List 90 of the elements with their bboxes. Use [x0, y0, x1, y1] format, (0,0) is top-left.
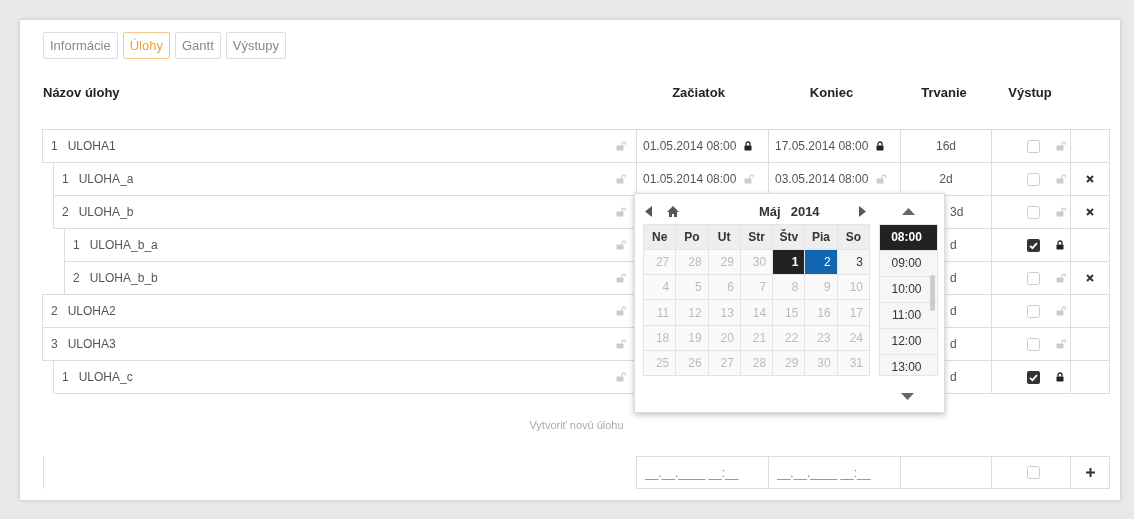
unlocked-lock-icon[interactable] [1056, 339, 1066, 349]
task-name[interactable]: ULOHA2 [67, 304, 116, 318]
lock-icon[interactable] [1056, 240, 1064, 250]
tab[interactable]: Gantt [174, 32, 221, 59]
column-header: Začiatok [671, 85, 726, 100]
next-month-icon[interactable] [858, 205, 867, 217]
weekday-header: Po [675, 224, 709, 250]
unlocked-lock-icon[interactable] [744, 174, 755, 184]
task-number: 2 [73, 271, 80, 285]
weekday-header: Štv [772, 224, 805, 250]
task-number: 1 [62, 370, 69, 384]
tab[interactable]: Informácie [43, 32, 118, 59]
column-header: Výstup [1007, 85, 1053, 100]
unlocked-lock-icon[interactable] [1056, 306, 1066, 316]
task-name[interactable]: ULOHA_a [78, 172, 134, 186]
unlocked-lock-icon[interactable] [1056, 174, 1066, 184]
unlocked-lock-icon[interactable] [616, 174, 626, 184]
unlocked-lock-icon[interactable] [876, 174, 887, 184]
home-icon[interactable] [667, 205, 679, 217]
task-number: 2 [51, 304, 58, 318]
time-option[interactable]: 12:00 [880, 329, 937, 355]
checkbox[interactable] [1027, 172, 1040, 186]
task-name[interactable]: ULOHA_c [78, 370, 133, 384]
scroll-up-icon[interactable] [901, 207, 915, 215]
column-header: Trvanie [920, 85, 968, 100]
checkbox[interactable] [1027, 139, 1040, 153]
column-header: Koniec [808, 85, 855, 100]
add-icon [1085, 468, 1095, 477]
unlocked-lock-icon[interactable] [1056, 207, 1066, 217]
task-number: 3 [51, 337, 58, 351]
weekday-header: Str [740, 224, 773, 250]
scrollbar-thumb[interactable] [930, 275, 935, 311]
column-header: Názov úlohy [43, 85, 121, 100]
month-label[interactable]: Máj [759, 203, 781, 219]
weekday-header: So [837, 224, 870, 250]
unlocked-lock-icon[interactable] [616, 306, 626, 316]
weekday-header: Ut [708, 224, 741, 250]
task-name[interactable]: ULOHA3 [67, 337, 116, 351]
end-date-field[interactable]: __.__.____ __:__ [768, 456, 901, 489]
time-option[interactable]: 08:00 [880, 225, 937, 251]
weekday-header: Ne [643, 224, 676, 250]
unlocked-lock-icon[interactable] [1056, 141, 1066, 151]
delete-icon[interactable] [1086, 274, 1094, 282]
weekday-header: Pia [804, 224, 838, 250]
time-option[interactable]: 13:00 [880, 355, 937, 375]
tab[interactable]: Výstupy [225, 32, 286, 59]
unlocked-lock-icon[interactable] [1056, 273, 1066, 283]
create-task-caption: Vytvoriť novú úlohu [529, 419, 624, 431]
checkbox[interactable] [1027, 337, 1040, 351]
unlocked-lock-icon[interactable] [616, 372, 626, 382]
unlocked-lock-icon[interactable] [616, 240, 626, 250]
checkbox[interactable] [1027, 238, 1040, 252]
unlocked-lock-icon[interactable] [616, 207, 626, 217]
task-number: 2 [62, 205, 69, 219]
delete-icon[interactable] [1086, 208, 1094, 216]
lock-icon[interactable] [1056, 372, 1064, 382]
add-button[interactable] [1070, 456, 1110, 489]
duration: d [950, 370, 957, 384]
checkbox[interactable] [1027, 205, 1040, 219]
year-label[interactable]: 2014 [790, 203, 820, 219]
duration: d [950, 337, 957, 351]
task-name[interactable]: ULOHA_b_b [89, 271, 158, 285]
task-number: 1 [51, 139, 58, 153]
task-number: 1 [73, 238, 80, 252]
time-option[interactable]: 10:00 [880, 277, 937, 303]
task-name[interactable]: ULOHA1 [67, 139, 116, 153]
time-option[interactable]: 11:00 [880, 303, 937, 329]
delete-icon[interactable] [1086, 175, 1094, 183]
duration: d [950, 238, 957, 252]
checkbox[interactable] [1027, 466, 1040, 479]
time-option[interactable]: 09:00 [880, 251, 937, 277]
unlocked-lock-icon[interactable] [616, 273, 626, 283]
duration: d [950, 271, 957, 285]
duration: 16d [936, 139, 956, 153]
checkbox[interactable] [1027, 271, 1040, 285]
previous-month-icon[interactable] [645, 205, 653, 217]
duration: d [950, 304, 957, 318]
checkbox[interactable] [1027, 304, 1040, 318]
task-name[interactable]: ULOHA_b [78, 205, 134, 219]
task-number: 1 [62, 172, 69, 186]
tab[interactable]: Úlohy [122, 32, 170, 59]
task-name[interactable]: ULOHA_b_a [89, 238, 158, 252]
lock-icon[interactable] [876, 141, 885, 151]
unlocked-lock-icon[interactable] [616, 339, 626, 349]
checkbox[interactable] [1027, 370, 1040, 384]
unlocked-lock-icon[interactable] [616, 141, 626, 151]
duration: 2d [939, 172, 953, 186]
duration: 3d [950, 205, 964, 219]
lock-icon[interactable] [744, 141, 753, 151]
start-date-field[interactable]: __.__.____ __:__ [636, 456, 769, 489]
